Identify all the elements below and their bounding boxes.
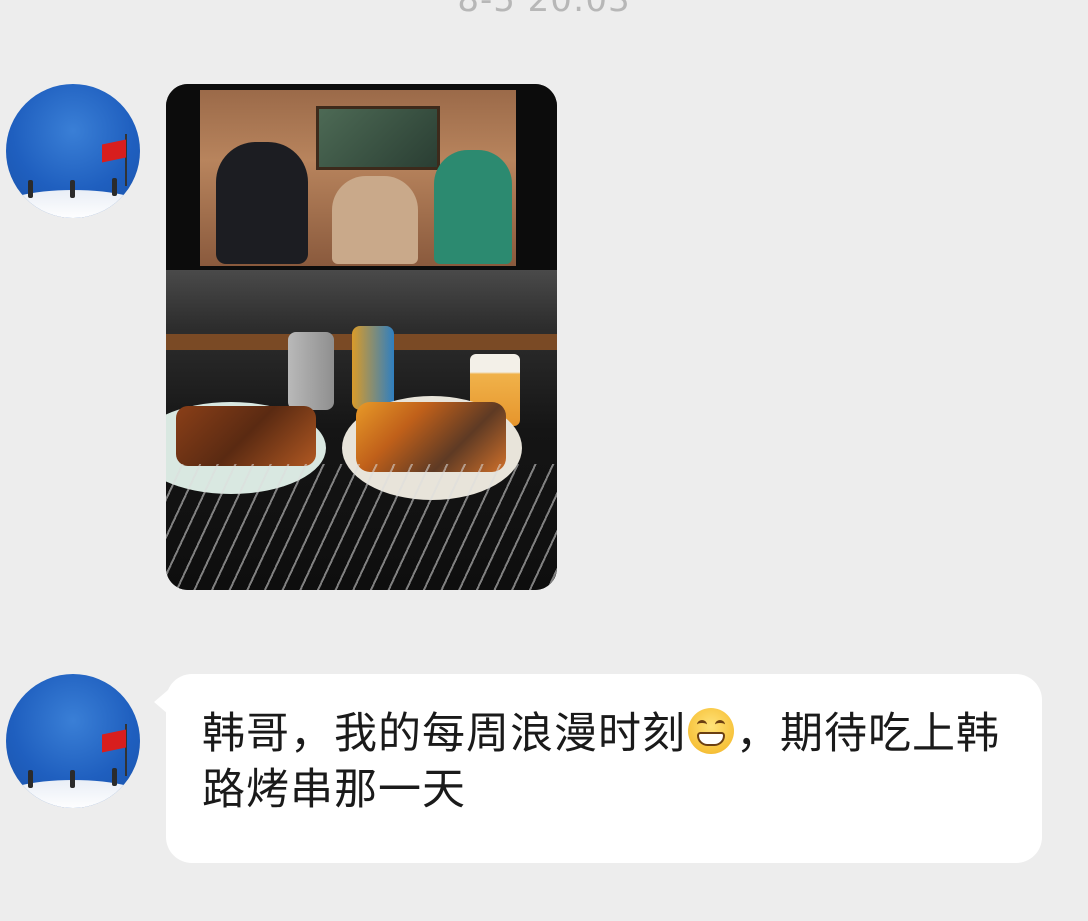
photo-person bbox=[216, 142, 308, 264]
flag-icon bbox=[102, 729, 126, 753]
message-text-part: 韩哥，我的每周浪漫时刻 bbox=[202, 709, 686, 759]
avatar-figure bbox=[112, 768, 117, 786]
photo-person bbox=[332, 176, 418, 264]
photo-tv bbox=[166, 84, 557, 270]
avatar-figure bbox=[28, 180, 33, 198]
photo-can bbox=[352, 326, 394, 410]
photo-skewers-meat bbox=[176, 406, 316, 466]
sender-avatar[interactable] bbox=[6, 84, 140, 218]
sender-avatar[interactable] bbox=[6, 674, 140, 808]
image-message[interactable] bbox=[166, 84, 557, 590]
grin-emoji-icon bbox=[688, 708, 734, 754]
photo-skewer-sticks bbox=[166, 464, 557, 590]
message-text: 韩哥，我的每周浪漫时刻 ，期待吃上韩路烤串那一天 bbox=[202, 706, 1002, 818]
avatar-figure bbox=[70, 770, 75, 788]
photo-skewers-meat bbox=[356, 402, 506, 472]
photo-person bbox=[434, 150, 512, 264]
photo-poster bbox=[316, 106, 440, 170]
flag-icon bbox=[102, 139, 126, 163]
avatar-figure bbox=[112, 178, 117, 196]
avatar-figure bbox=[28, 770, 33, 788]
avatar-figure bbox=[70, 180, 75, 198]
photo-can bbox=[288, 332, 334, 410]
text-message-bubble[interactable]: 韩哥，我的每周浪漫时刻 ，期待吃上韩路烤串那一天 bbox=[166, 674, 1042, 863]
message-timestamp: 8-5 20:03 bbox=[457, 0, 631, 20]
